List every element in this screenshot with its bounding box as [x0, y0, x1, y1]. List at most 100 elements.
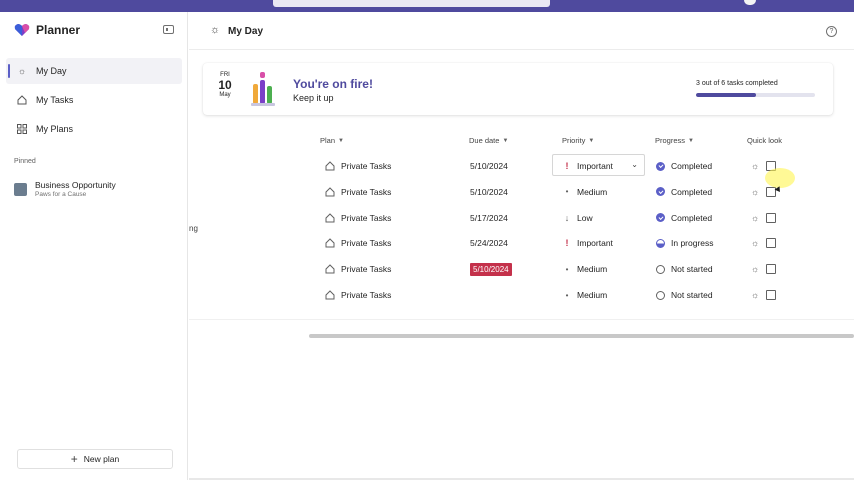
open-details-icon[interactable] [766, 264, 777, 275]
table-row[interactable]: Private Tasks 5/10/2024 • Medium Completed ☼ [189, 179, 854, 205]
task-progress-label: In progress [671, 238, 714, 249]
sidebar-item-my-plans[interactable]: My Plans [6, 116, 182, 142]
task-priority-cell[interactable]: ! Important [563, 230, 613, 256]
task-progress-cell[interactable]: Completed [656, 179, 712, 205]
page-header: ☼ My Day ? [189, 12, 854, 50]
task-due-date: 5/10/2024 [470, 161, 508, 171]
task-priority-cell[interactable]: ! Important [563, 153, 613, 179]
pinned-plan-business-opportunity[interactable]: Business Opportunity Paws for a Cause [14, 180, 116, 198]
chevron-down-icon: ▼ [338, 137, 344, 144]
add-to-my-day-icon[interactable]: ☼ [751, 161, 759, 171]
task-priority-cell[interactable]: • Medium [563, 179, 608, 205]
task-priority-label: Important [577, 161, 613, 171]
task-quick-look: ☼ [751, 230, 777, 256]
column-header-label: Plan [320, 136, 336, 145]
low-priority-icon: ↓ [564, 212, 570, 223]
celebration-icon [251, 72, 275, 106]
sidebar-item-label: My Plans [36, 124, 74, 134]
chevron-down-icon: ▼ [588, 137, 595, 144]
help-icon[interactable]: ? [826, 26, 837, 37]
new-plan-label: New plan [83, 454, 120, 464]
home-icon [325, 212, 335, 223]
tasks-progress-text: 3 out of 6 tasks completed [696, 80, 778, 87]
column-header-plan[interactable]: Plan ▼ [320, 136, 344, 145]
table-row[interactable]: Private Tasks • Medium Not started ☼ [189, 282, 854, 308]
task-plan-label: Private Tasks [341, 186, 392, 197]
horizontal-scrollbar[interactable] [309, 334, 854, 338]
add-to-my-day-icon[interactable]: ☼ [751, 238, 759, 248]
table-row[interactable]: Private Tasks 5/10/2024 • Medium Not started… [189, 256, 854, 282]
task-progress-cell[interactable]: In progress [656, 230, 714, 256]
task-progress-cell[interactable]: Not started [656, 282, 713, 308]
home-icon [325, 238, 335, 248]
task-progress-cell[interactable]: Completed [656, 205, 712, 231]
add-to-my-day-icon[interactable]: ☼ [751, 264, 759, 274]
banner-subtitle: Keep it up [293, 93, 334, 103]
cursor-highlight [765, 168, 795, 188]
open-details-icon[interactable] [766, 238, 777, 249]
task-due-date: 5/17/2024 [470, 212, 508, 223]
open-details-icon[interactable] [766, 212, 777, 223]
task-priority-label: Medium [577, 264, 608, 275]
task-due-date-cell[interactable]: 5/17/2024 [470, 205, 508, 231]
task-progress-label: Completed [671, 161, 713, 171]
sidebar-item-my-day[interactable]: ☼ My Day [6, 58, 182, 84]
avatar[interactable] [744, 0, 756, 5]
pinned-heading: Pinned [14, 158, 36, 165]
sidebar-item-my-tasks[interactable]: My Tasks [6, 87, 182, 113]
table-row[interactable]: Private Tasks 5/24/2024 ! Important In progr… [189, 230, 854, 256]
task-due-date: 5/10/2024 [470, 186, 508, 197]
task-plan-cell[interactable]: Private Tasks [325, 153, 391, 179]
task-priority-cell[interactable]: ↓ Low [563, 205, 593, 231]
tasks-progress-fill [696, 93, 756, 97]
add-to-my-day-icon[interactable]: ☼ [751, 213, 759, 223]
task-due-date: 5/24/2024 [470, 238, 508, 249]
task-due-date-cell[interactable]: 5/10/2024 [470, 179, 508, 205]
task-quick-look: ☼ [751, 205, 777, 231]
task-priority-cell[interactable]: • Medium [563, 256, 608, 282]
new-plan-button[interactable]: + New plan [17, 449, 173, 469]
chevron-down-icon: ▼ [502, 137, 509, 144]
task-plan-cell[interactable]: Private Tasks [325, 256, 391, 282]
collapse-sidebar-icon[interactable] [163, 25, 174, 34]
task-progress-cell[interactable]: Completed [656, 153, 712, 179]
medium-priority-icon: • [565, 264, 569, 274]
add-to-my-day-icon[interactable]: ☼ [751, 187, 759, 197]
home-icon [325, 264, 335, 274]
task-plan-cell[interactable]: Private Tasks [325, 179, 391, 205]
task-due-date-cell[interactable]: 5/24/2024 [470, 230, 508, 256]
my-day-banner: FRI 10 May You're on fire! Keep it up 3 … [203, 63, 833, 115]
column-header-priority[interactable]: Priority ▼ [562, 136, 594, 145]
open-details-icon[interactable] [766, 290, 777, 300]
task-plan-cell[interactable]: Private Tasks [325, 205, 391, 231]
task-priority-cell[interactable]: • Medium [563, 282, 608, 308]
sun-icon: ☼ [17, 66, 27, 76]
completed-check-icon [656, 213, 665, 223]
add-to-my-day-icon[interactable]: ☼ [751, 290, 759, 300]
app-name: Planner [36, 23, 81, 37]
column-header-due-date[interactable]: Due date ▼ [469, 136, 508, 145]
table-row[interactable]: Private Tasks 5/17/2024 ↓ Low Completed ☼ [189, 205, 854, 231]
task-progress-label: Not started [671, 290, 713, 300]
column-header-progress[interactable]: Progress ▼ [655, 136, 694, 145]
task-plan-label: Private Tasks [341, 290, 392, 300]
task-plan-label: Private Tasks [341, 238, 392, 249]
date-badge: FRI 10 May [213, 72, 237, 98]
page-title: My Day [228, 26, 264, 37]
plan-thumbnail-icon [14, 183, 27, 196]
sidebar-item-label: My Tasks [36, 95, 74, 105]
medium-priority-icon: • [565, 187, 569, 197]
task-plan-cell[interactable]: Private Tasks [325, 282, 391, 308]
task-plan-cell[interactable]: Private Tasks [325, 230, 391, 256]
task-quick-look: ☼ [751, 282, 777, 308]
task-due-date-cell[interactable]: 5/10/2024 [470, 153, 508, 179]
task-plan-label: Private Tasks [341, 264, 392, 275]
banner-title: You're on fire! [293, 77, 373, 91]
table-row[interactable]: Private Tasks 5/10/2024 ! Important Complete… [189, 153, 854, 179]
task-due-date-cell[interactable]: 5/10/2024 [470, 256, 512, 282]
task-priority-label: Medium [577, 186, 608, 197]
completed-check-icon [656, 161, 665, 171]
search-box[interactable] [273, 0, 550, 7]
task-progress-cell[interactable]: Not started [656, 256, 713, 282]
chevron-down-icon: ▼ [688, 137, 694, 144]
